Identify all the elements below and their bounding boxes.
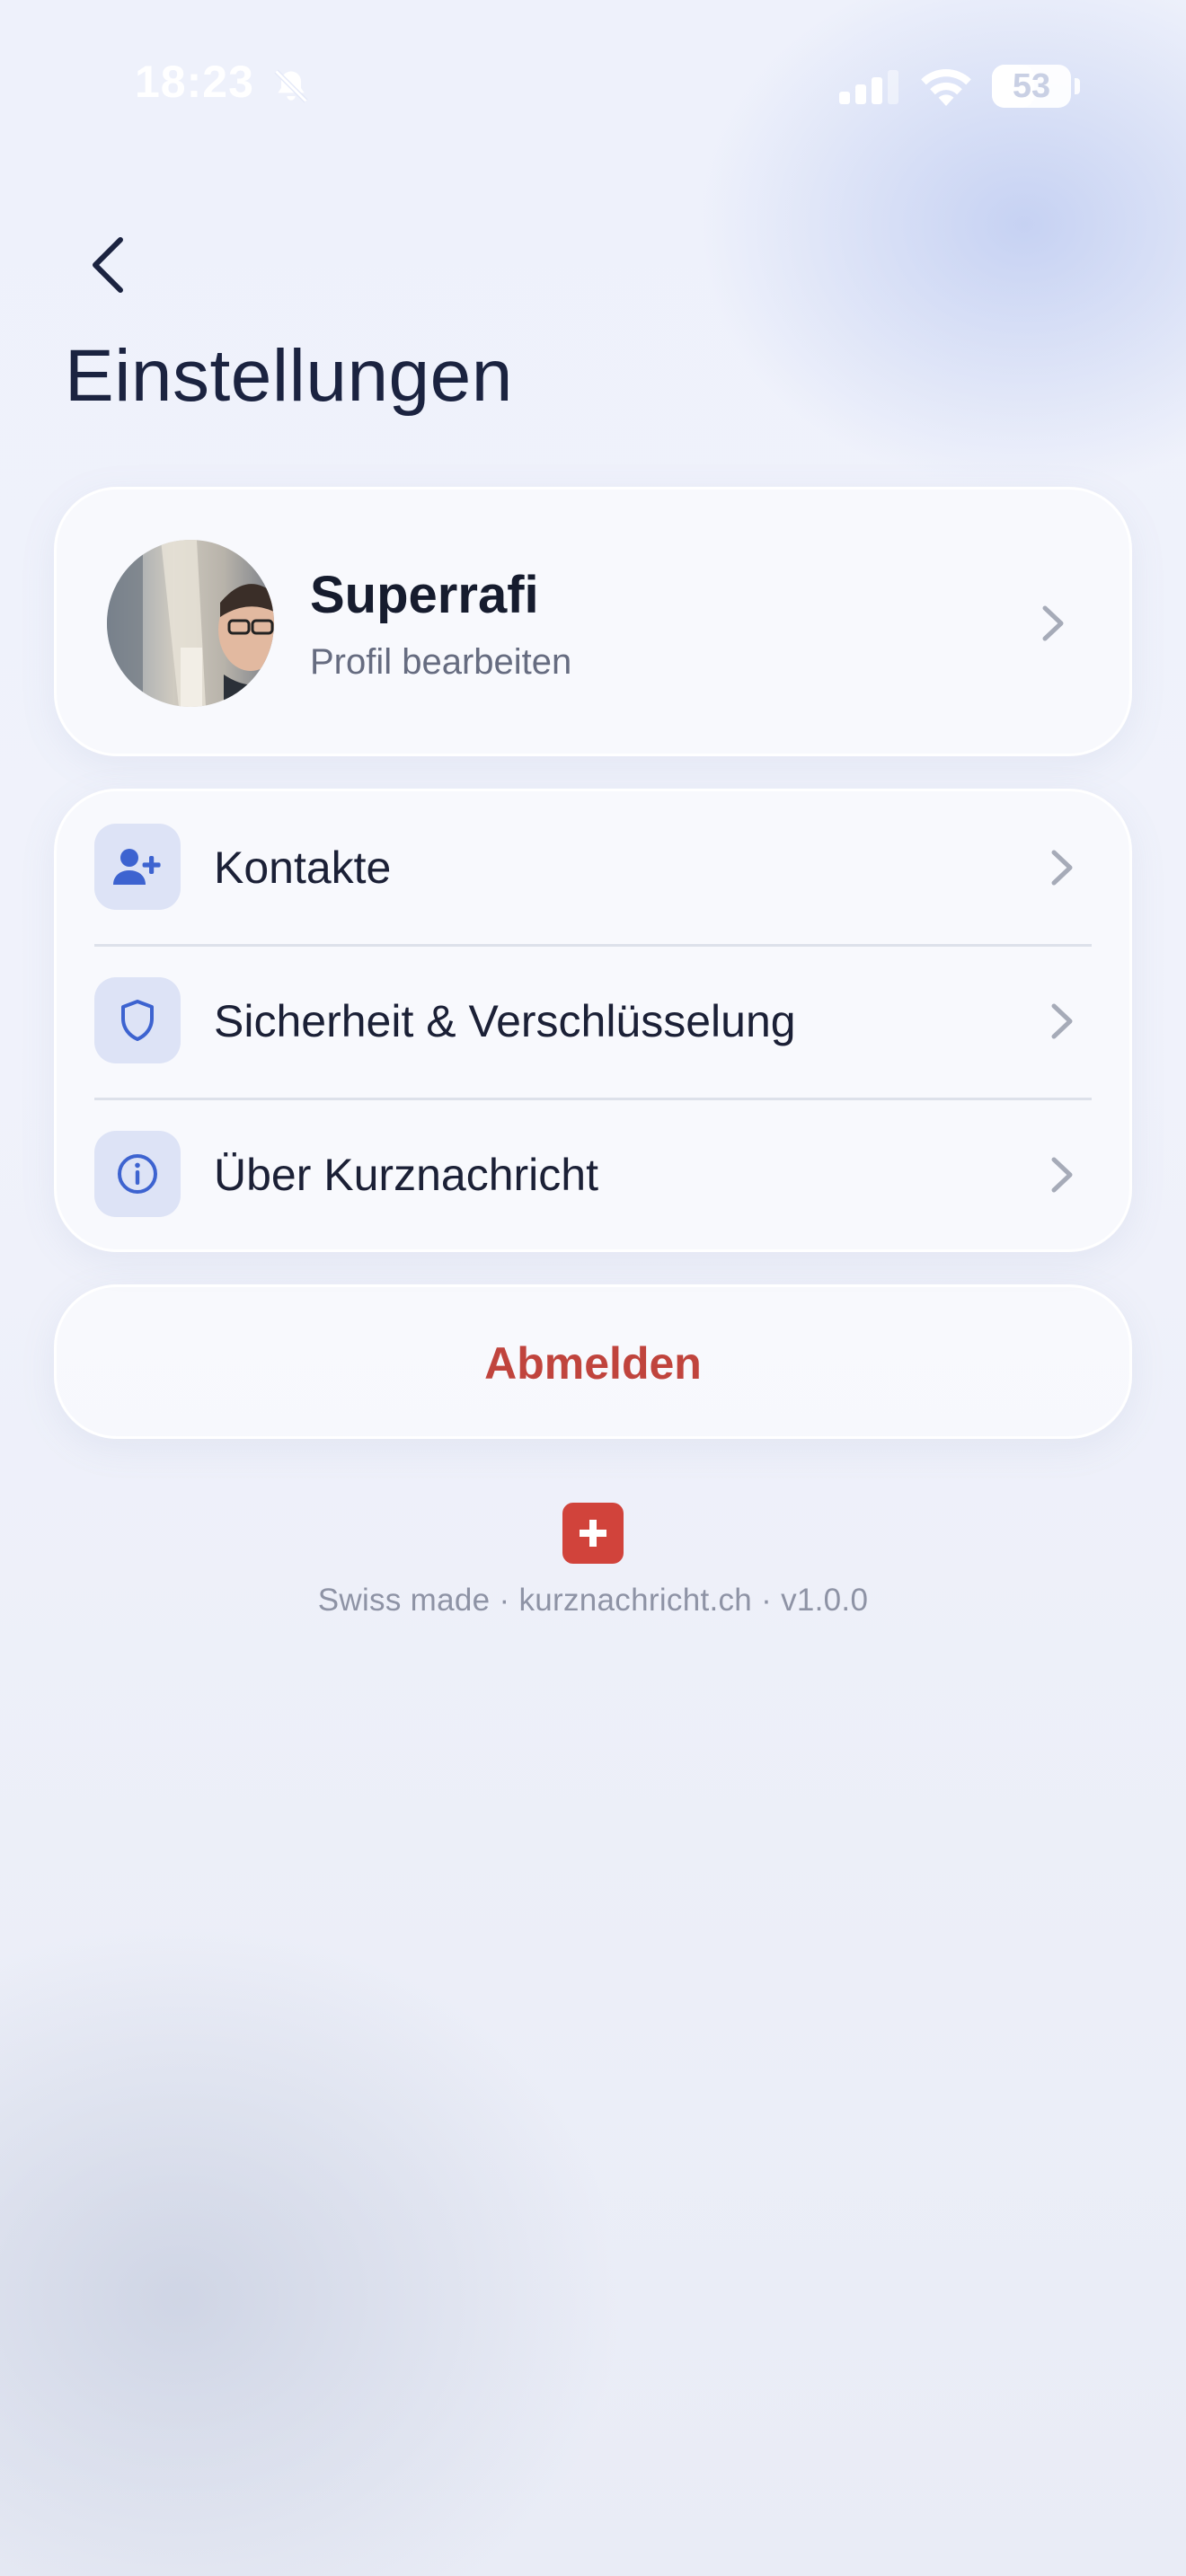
shield-icon	[94, 977, 181, 1063]
menu-item-label: Über Kurznachricht	[214, 1150, 598, 1200]
add-contact-icon	[94, 824, 181, 910]
back-button[interactable]	[72, 225, 144, 305]
status-time: 18:23	[135, 57, 254, 107]
settings-menu-card: Kontakte Sicherheit & Verschlüsselung Üb…	[54, 789, 1132, 1252]
wifi-icon	[921, 69, 971, 106]
menu-item-label: Sicherheit & Verschlüsselung	[214, 996, 796, 1046]
profile-card[interactable]: Superrafi Profil bearbeiten	[54, 487, 1132, 756]
chevron-right-icon	[1051, 1003, 1073, 1039]
chevron-right-icon	[1051, 1157, 1073, 1193]
edit-profile-label: Profil bearbeiten	[310, 642, 572, 682]
logout-button[interactable]: Abmelden	[54, 1284, 1132, 1439]
avatar-photo	[107, 540, 274, 707]
status-bar: 18:23 53	[0, 0, 1186, 171]
chevron-left-icon	[93, 237, 123, 293]
swiss-flag-icon	[562, 1503, 624, 1564]
menu-item-security[interactable]: Sicherheit & Verschlüsselung	[57, 945, 1129, 1098]
chevron-right-icon	[1042, 605, 1064, 641]
footer-text: Swiss made · kurznachricht.ch · v1.0.0	[317, 1583, 869, 1618]
menu-item-label: Kontakte	[214, 842, 392, 893]
logout-label: Abmelden	[484, 1338, 702, 1389]
battery-percentage: 53	[1012, 67, 1051, 105]
menu-item-about[interactable]: Über Kurznachricht	[57, 1098, 1129, 1251]
page-title: Einstellungen	[65, 335, 513, 417]
battery-cap	[1075, 78, 1080, 94]
avatar	[107, 540, 274, 707]
bell-off-icon	[274, 69, 308, 103]
profile-name: Superrafi	[310, 566, 539, 624]
cellular-signal-icon	[839, 70, 898, 104]
info-icon	[94, 1131, 181, 1217]
chevron-right-icon	[1051, 850, 1073, 886]
battery-indicator: 53	[992, 65, 1071, 108]
menu-item-contacts[interactable]: Kontakte	[57, 791, 1129, 944]
